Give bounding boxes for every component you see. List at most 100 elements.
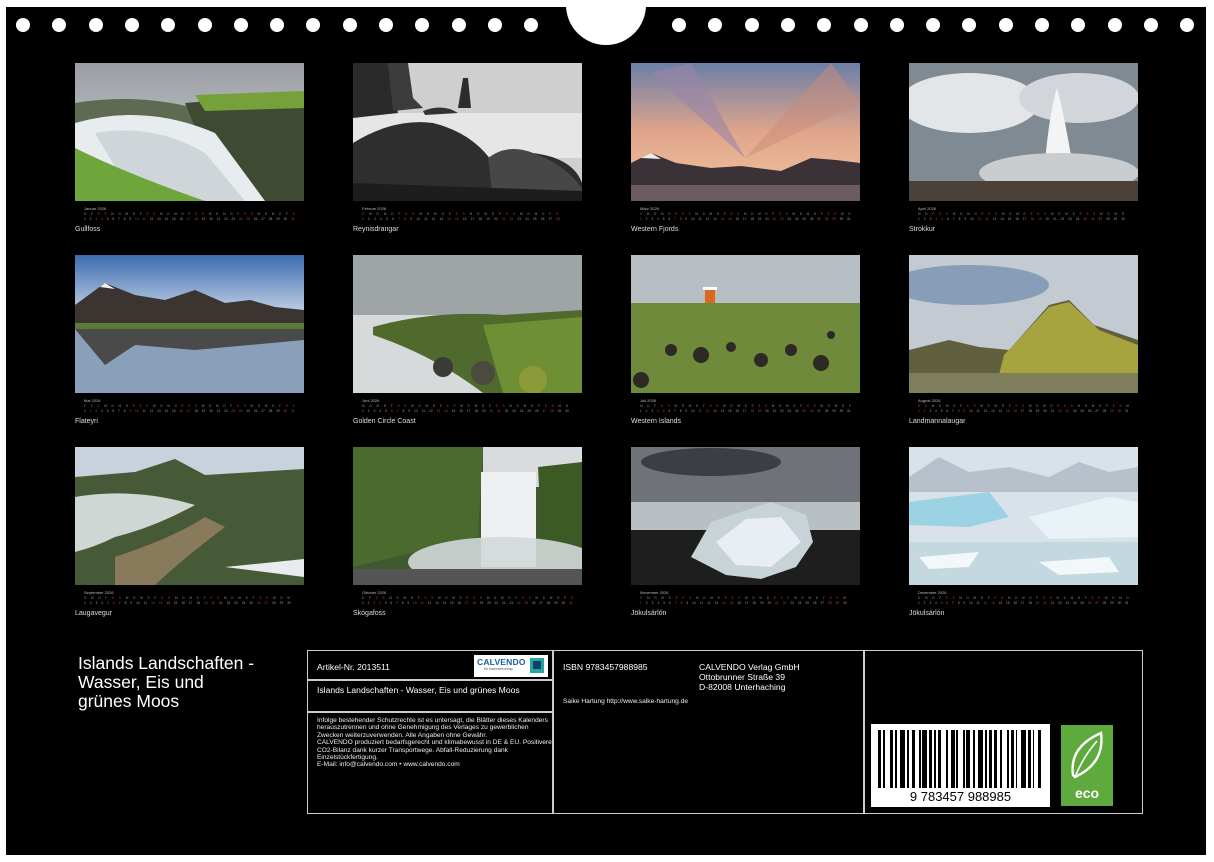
binding-hole <box>672 18 686 32</box>
photo-western-islands <box>631 255 860 393</box>
month-jan: Januar 2026 DFSSMDMDFSSMDMDFSSMDMDFSSMDM… <box>75 63 304 248</box>
month-name: März 2026 <box>640 206 659 211</box>
binding-hole <box>197 18 212 32</box>
publisher-address: CALVENDO Verlag GmbH Ottobrunner Straße … <box>699 662 800 692</box>
barcode-bar <box>912 730 916 788</box>
month-name: November 2026 <box>640 590 669 595</box>
month-sep: September 2026 DMDFSSMDMDFSSMDMDFSSMDMDF… <box>75 447 304 632</box>
barcode: 9 783457 988985 <box>871 724 1050 807</box>
binding-hole <box>415 18 430 32</box>
barcode-bar <box>883 730 885 788</box>
barcode-bar <box>934 730 936 788</box>
photo-jokulsarlon-lagoon <box>909 447 1138 585</box>
weekday-row: DFSSMDMDFSSMDMDFSSMDMDFSSMDMDFS <box>84 212 295 216</box>
barcode-bar <box>1015 730 1018 788</box>
isbn: ISBN 9783457988985 <box>563 662 648 672</box>
binding-hole <box>270 18 285 32</box>
month-apr: April 2026 MDFSSMDMDFSSMDMDFSSMDMDFSSMDM… <box>909 63 1138 248</box>
binding-hole <box>962 18 977 32</box>
binding-hole <box>342 18 357 32</box>
photo-caption: Strokkur <box>909 226 936 233</box>
binding-hole <box>124 18 139 32</box>
barcode-bar <box>1032 730 1035 788</box>
month-name: Februar 2026 <box>362 206 387 211</box>
divider <box>308 679 552 681</box>
hanger-cutout <box>566 7 646 45</box>
date-row: 1 2 3 4 5 6 7 8 9 10 11 12 13 14 15 16 17 18 19 20 21 22 23 24 2… <box>84 217 295 221</box>
article-number: Artikel-Nr. 2013511 <box>317 662 390 672</box>
day-grid: DFSSMDMDFSSMDMDFSSMDMDFSSMDMDFS123456789… <box>362 596 573 610</box>
logo-wordmark: CALVENDO <box>477 657 526 667</box>
weekday-row: MDMDFSSMDMDFSSMDMDFSSMDMDFSSMD <box>362 404 569 408</box>
binding-hole <box>998 18 1013 32</box>
day-grid: DFSSMDMDFSSMDMDFSSMDMDFSSMDMDFS123456789… <box>84 212 295 226</box>
month-oct: Oktober 2026 DFSSMDMDFSSMDMDFSSMDMDFSSMD… <box>353 447 582 632</box>
photo-skogafoss <box>353 447 582 585</box>
binding-hole <box>1071 18 1086 32</box>
weekday-row: SMDMDFSSMDMDFSSMDMDFSSMDMDFSSMD <box>640 212 851 216</box>
barcode-bar <box>963 730 965 788</box>
barcode-bar <box>878 730 882 788</box>
photo-caption: Landmannalaugar <box>909 418 966 425</box>
photo-caption: Flateyri <box>75 418 98 425</box>
barcode-bar <box>1037 730 1042 788</box>
barcode-bar <box>922 730 928 788</box>
photo-laugavegur <box>75 447 304 585</box>
binding-hole <box>889 18 904 32</box>
barcode-bar <box>973 730 975 788</box>
photo-caption: Western Fjords <box>631 226 679 233</box>
photo-western-fjords <box>631 63 860 201</box>
photo-strokkur <box>909 63 1138 201</box>
logo-tagline: Ihr Kalenderverlag <box>484 667 513 671</box>
barcode-bars <box>878 730 1043 788</box>
date-row: 1 2 3 4 5 6 7 8 9 10 11 12 13 14 15 16 17 18 19 20 21 22 23 24 2… <box>84 601 291 605</box>
divider <box>308 711 552 713</box>
calendar-title: Islands Landschaften - Wasser, Eis und g… <box>78 653 255 711</box>
month-name: Juli 2026 <box>640 398 657 403</box>
photo-landmannalaugar <box>909 255 1138 393</box>
barcode-bar <box>951 730 955 788</box>
barcode-bar <box>900 730 906 788</box>
date-row: 1 2 3 4 5 6 7 8 9 10 11 12 13 14 15 16 17 18 19 20 21 22 23 24 2… <box>640 409 851 413</box>
barcode-bar <box>985 730 987 788</box>
photo-caption: Gullfoss <box>75 226 101 233</box>
photo-caption: Jökulsárlón <box>909 610 945 617</box>
day-grid: MDFSSMDMDFSSMDMDFSSMDMDFSSMDMDF123456789… <box>640 404 851 418</box>
month-aug: August 2026 SSMDMDFSSMDMDFSSMDMDFSSMDMDF… <box>909 255 1138 440</box>
publisher-box: ISBN 9783457988985 CALVENDO Verlag GmbH … <box>552 650 865 814</box>
day-grid: S M D M D F S S M D M D F S S M D M D F S S M D M D F S 1 2 3 4 5 6 7 8 9 10 1… <box>362 212 573 226</box>
day-grid: MDMDFSSMDMDFSSMDMDFSSMDMDFSSMD1234567891… <box>362 404 573 418</box>
date-row: 1 2 3 4 5 6 7 8 9 10 11 12 13 14 15 16 17 18 19 20 21 22 23 24 2… <box>918 409 1129 413</box>
product-title: Islands Landschaften - Wasser, Eis und g… <box>317 685 520 695</box>
logo-figure-icon <box>530 658 544 673</box>
photo-caption: Western Islands <box>631 418 682 425</box>
barcode-bar <box>906 730 909 788</box>
barcode-digits: 9 783457 988985 <box>909 789 1012 804</box>
month-name: September 2026 <box>84 590 114 595</box>
leaf-icon <box>1071 731 1103 779</box>
article-info-box: Artikel-Nr. 2013511 CALVENDO Ihr Kalende… <box>307 650 554 814</box>
eco-label: eco <box>1074 785 1100 801</box>
barcode-bar <box>956 730 958 788</box>
barcode-bar <box>895 730 897 788</box>
photo-caption: Reynisdrangar <box>353 226 399 233</box>
photo-caption: Golden Circle Coast <box>353 418 416 425</box>
date-row: 1 2 3 4 5 6 7 8 9 10 11 12 13 14 15 16 17 18 19 20 21 22 23 24 2… <box>362 217 560 221</box>
binding-hole <box>16 18 30 32</box>
weekday-row: SSMDMDFSSMDMDFSSMDMDFSSMDMDFSSM <box>918 404 1129 408</box>
date-row: 1 2 3 4 5 6 7 8 9 10 11 12 13 14 15 16 17 18 19 20 21 22 23 24 2… <box>640 601 847 605</box>
month-mar: März 2026 SMDMDFSSMDMDFSSMDMDFSSMDMDFSSM… <box>631 63 860 248</box>
binding-hole <box>52 18 67 32</box>
barcode-bar <box>1010 730 1015 788</box>
binding-hole <box>88 18 103 32</box>
day-grid: FSSMDMDFSSMDMDFSSMDMDFSSMDMDFSS123456789… <box>84 404 295 418</box>
day-grid: DMDFSSMDMDFSSMDMDFSSMDMDFSSMDM1234567891… <box>84 596 295 610</box>
month-name: Dezember 2026 <box>918 590 947 595</box>
weekday-row: SMDMDFSSMDMDFSSMDMDFSSMDMDFSSM <box>640 596 846 600</box>
day-grid: DMDFSSMDMDFSSMDMDFSSMDMDFSSMDMD123456789… <box>918 596 1129 610</box>
binding-hole <box>926 18 941 32</box>
weekday-row: MDFSSMDMDFSSMDMDFSSMDMDFSSMDMDF <box>640 404 851 408</box>
barcode-bar <box>988 730 992 788</box>
binding-hole <box>708 18 723 32</box>
binding-hole <box>853 18 868 32</box>
